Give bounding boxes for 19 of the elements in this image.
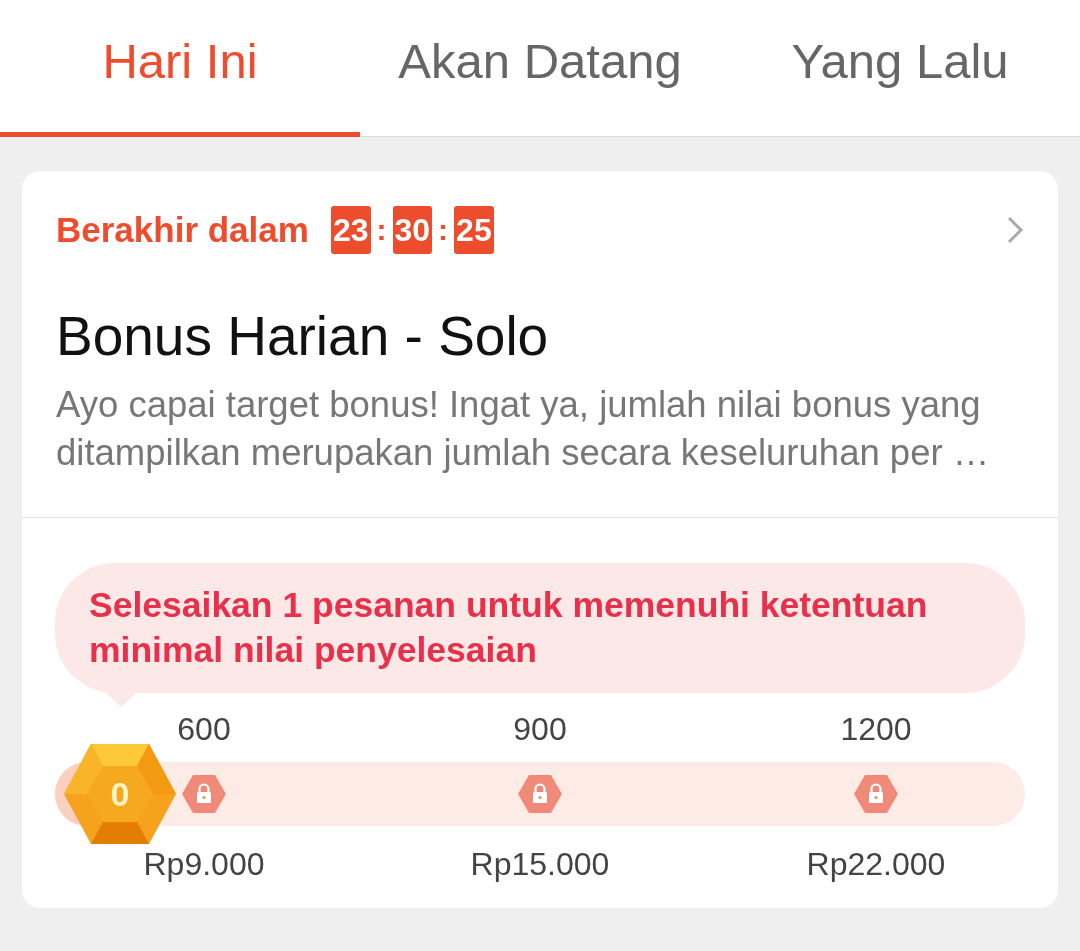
reward-amount: Rp22.000 [805, 845, 947, 884]
chevron-right-icon[interactable] [1006, 215, 1024, 245]
timer-digits: 30 [392, 206, 433, 254]
target-value: 900 [512, 711, 568, 748]
target-value: 600 [176, 711, 232, 748]
timer-separator: : [437, 213, 450, 247]
reward-amount: Rp15.000 [469, 845, 611, 884]
reward-amount: Rp9.000 [142, 845, 266, 884]
card-title: Bonus Harian - Solo [56, 305, 550, 367]
tab[interactable]: Akan Datang [360, 0, 720, 137]
countdown-label: Berakhir dalam [56, 210, 309, 250]
timer-digits: 23 [330, 206, 371, 254]
timer-separator: : [375, 213, 388, 247]
gem-badge: 0 [63, 742, 177, 846]
target-value: 1200 [839, 711, 913, 748]
tab[interactable]: Yang Lalu [720, 0, 1080, 137]
description: Ayo capai target bonus! Ingat ya, jumlah nilai bonus yang ditampilkan merupakan jumlah secara keseluruhan per … [56, 383, 991, 475]
timer-digits: 25 [454, 206, 494, 254]
tab[interactable]: Hari Ini [0, 0, 360, 137]
